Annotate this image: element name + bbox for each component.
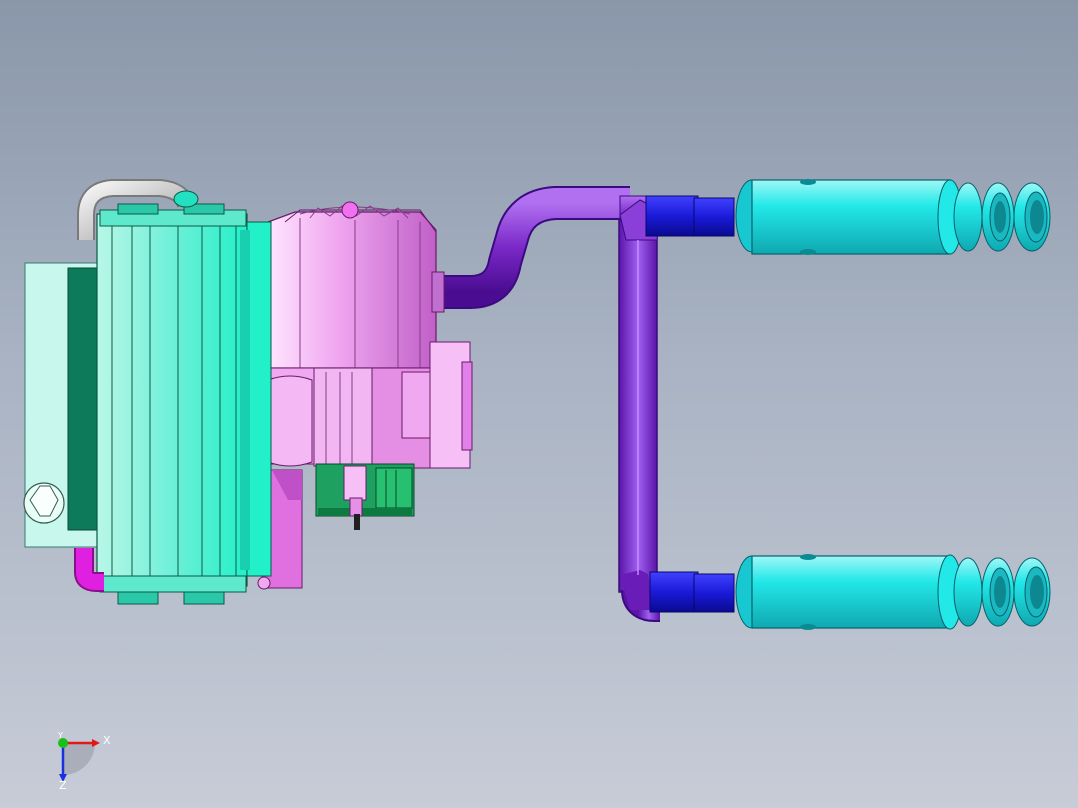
cad-viewport[interactable]: X Y Z (0, 0, 1078, 808)
assembly-view[interactable]: X Y Z (0, 0, 1078, 808)
muffler-bottom[interactable] (735, 554, 1051, 630)
x-axis-label: X (103, 734, 111, 747)
radiator-cap[interactable] (23, 482, 65, 524)
z-axis-label: Z (59, 779, 67, 792)
drain-plug[interactable] (257, 576, 271, 590)
blue-coupling-bottom[interactable] (649, 571, 735, 613)
muffler-top[interactable] (735, 179, 1051, 255)
coordinate-triad: X Y Z (57, 731, 111, 792)
radiator[interactable] (24, 203, 272, 605)
y-axis-label: Y (57, 731, 63, 740)
motor-housing[interactable] (261, 201, 473, 589)
shaft-bolt[interactable] (343, 465, 367, 530)
blue-coupling-top[interactable] (645, 195, 735, 237)
